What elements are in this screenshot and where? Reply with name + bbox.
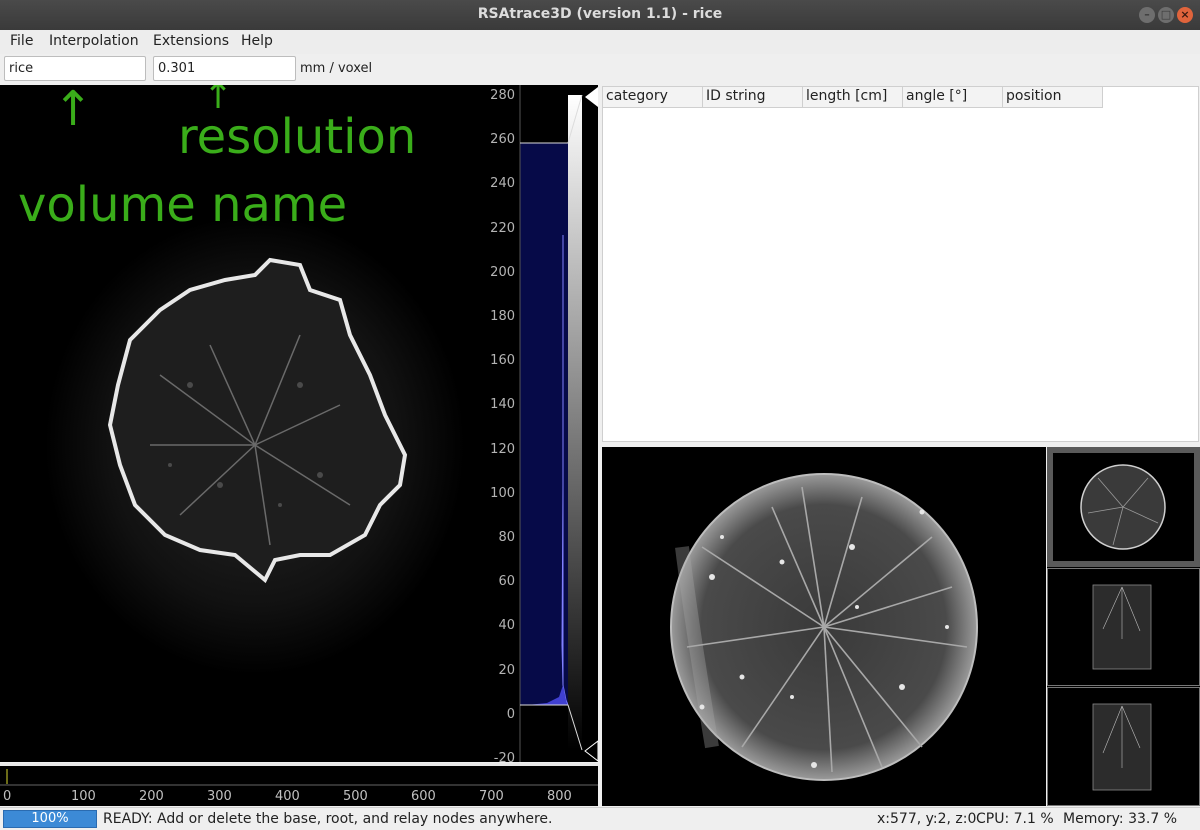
bottom-axis-tick-label: 800 bbox=[547, 789, 572, 804]
bottom-axis-tick-label: 600 bbox=[411, 789, 436, 804]
status-bar: 100% READY: Add or delete the base, root… bbox=[0, 807, 1200, 830]
bottom-axis-tick-label: 100 bbox=[71, 789, 96, 804]
thumbnail-side-image-1 bbox=[1092, 584, 1152, 670]
view-thumbnails bbox=[1047, 447, 1200, 806]
bottom-histogram-graph bbox=[0, 769, 598, 786]
close-icon[interactable]: × bbox=[1177, 7, 1193, 23]
bottom-axis-tick-label: 200 bbox=[139, 789, 164, 804]
maximize-icon[interactable]: □ bbox=[1158, 7, 1174, 23]
memory-usage: Memory: 33.7 % bbox=[1063, 811, 1178, 827]
annotation-arrow-volume: ↑ bbox=[53, 85, 94, 137]
bottom-axis-tick-label: 700 bbox=[479, 789, 504, 804]
progress-bar: 100% bbox=[3, 810, 97, 828]
menu-bar: File Interpolation Extensions Help bbox=[0, 30, 1200, 54]
window-title: RSAtrace3D (version 1.1) - rice bbox=[477, 6, 723, 22]
annotation-volume-name: volume name bbox=[18, 177, 348, 233]
status-message: READY: Add or delete the base, root, and… bbox=[103, 811, 553, 827]
thumbnail-side-image-2 bbox=[1092, 703, 1152, 791]
menu-extensions[interactable]: Extensions bbox=[153, 33, 229, 49]
bottom-histogram[interactable]: 0 100 200 300 400 500 600 700 800 bbox=[0, 763, 598, 806]
thumbnail-side-view-1[interactable] bbox=[1047, 568, 1200, 686]
menu-help[interactable]: Help bbox=[241, 33, 273, 49]
column-angle[interactable]: angle [°] bbox=[903, 87, 1003, 108]
resolution-unit: mm / voxel bbox=[300, 61, 373, 76]
cross-section-image bbox=[670, 473, 978, 781]
menu-file[interactable]: File bbox=[10, 33, 33, 49]
thumbnail-side-view-2[interactable] bbox=[1047, 687, 1200, 806]
resolution-input[interactable] bbox=[153, 56, 296, 81]
cpu-usage: CPU: 7.1 % bbox=[976, 811, 1054, 827]
minimize-icon[interactable]: – bbox=[1139, 7, 1155, 23]
thumbnail-top-view[interactable] bbox=[1047, 447, 1200, 567]
annotation-resolution: resolution bbox=[178, 109, 417, 165]
bottom-axis-tick-label: 0 bbox=[3, 789, 12, 804]
slice-view[interactable]: ↑ volume name ↑ resolution bbox=[0, 85, 520, 762]
column-length[interactable]: length [cm] bbox=[803, 87, 903, 108]
root-table[interactable]: category ID string length [cm] angle [°]… bbox=[602, 86, 1199, 442]
histogram-graph bbox=[519, 85, 598, 762]
bottom-axis-tick-label: 400 bbox=[275, 789, 300, 804]
cross-section-view[interactable] bbox=[602, 447, 1046, 806]
volume-name-input[interactable] bbox=[4, 56, 146, 81]
title-bar: RSAtrace3D (version 1.1) - rice – □ × bbox=[0, 0, 1200, 30]
toolbar: mm / voxel bbox=[0, 54, 1200, 84]
column-id-string[interactable]: ID string bbox=[703, 87, 803, 108]
bottom-axis-tick-label: 500 bbox=[343, 789, 368, 804]
intensity-histogram[interactable]: 280 260 240 220 200 180 160 140 120 100 80 60 40 20 0-… bbox=[487, 85, 598, 766]
bottom-axis-tick-label: 300 bbox=[207, 789, 232, 804]
column-position[interactable]: position bbox=[1003, 87, 1103, 108]
cursor-coordinates: x:577, y:2, z:0 bbox=[877, 811, 977, 827]
menu-interpolation[interactable]: Interpolation bbox=[49, 33, 139, 49]
thumbnail-top-image bbox=[1080, 464, 1166, 550]
column-category[interactable]: category bbox=[603, 87, 703, 108]
